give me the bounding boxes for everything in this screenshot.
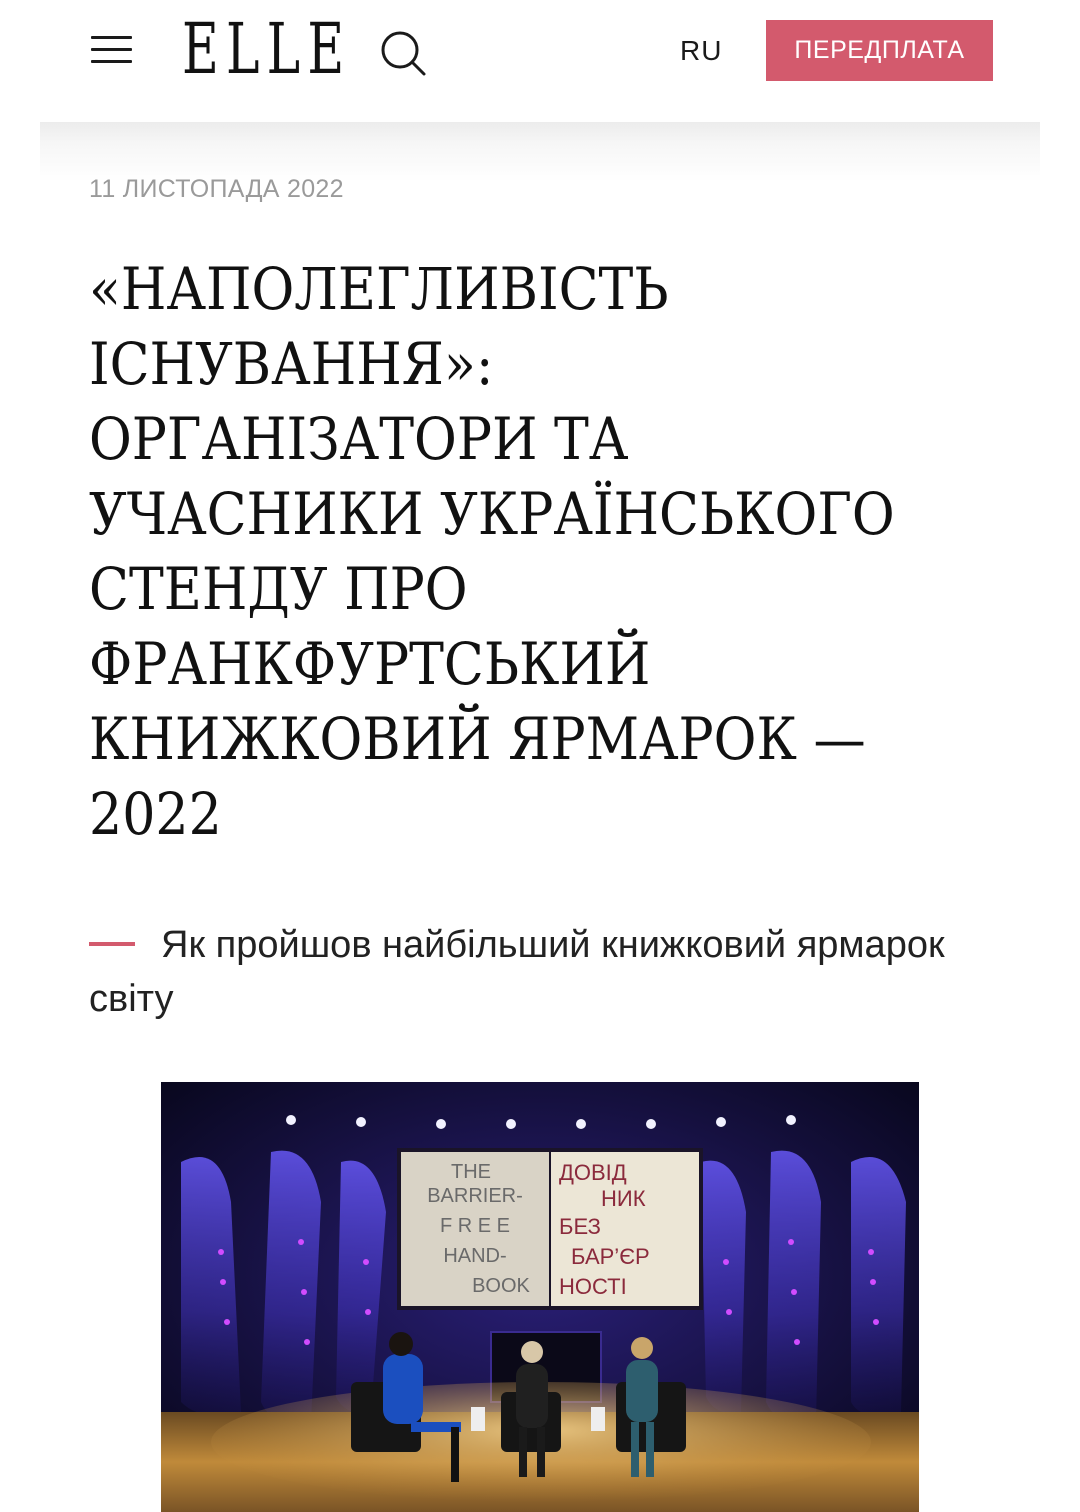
screen-right-line: ДОВІД [559,1160,627,1185]
screen-right-line: НИК [601,1186,646,1211]
header-divider [40,122,1040,182]
screen-left-line: BARRIER- [427,1185,523,1207]
lead-accent-dash [89,941,135,946]
title-line: ОРГАНІЗАТОРИ ТА [89,405,629,473]
hamburger-menu-icon[interactable] [91,36,132,64]
search-icon[interactable] [378,28,428,78]
article-title: «НАПОЛЕГЛИВІСТЬ ІСНУВАННЯ»: ОРГАНІЗАТОРИ… [89,252,917,852]
title-line: ІСНУВАННЯ»: [89,330,494,398]
title-line: ФРАНКФУРТСЬКИЙ [89,630,651,698]
site-header: ELLE RU ПЕРЕДПЛАТА [0,0,1080,110]
screen-left-line: BOOK [472,1275,530,1297]
article-date: 11 ЛИСТОПАДА 2022 [89,175,344,203]
screen-left-line: THE [451,1161,491,1183]
screen-right-line: БЕЗ [559,1214,601,1239]
elle-logo[interactable]: ELLE [182,14,351,84]
language-switch[interactable]: RU [680,34,722,68]
title-line: КНИЖКОВИЙ ЯРМАРОК — [89,705,866,773]
screen-right-line: НОСТІ [559,1274,627,1299]
title-line: 2022 [89,780,222,848]
lead-text: Як пройшов найбільший книжковий ярмарок … [89,924,945,1020]
subscribe-button[interactable]: ПЕРЕДПЛАТА [766,20,993,81]
article-hero-photo[interactable]: THE BARRIER- F R E E HAND- BOOK ДОВІД НИ… [161,1082,919,1512]
title-line: УЧАСНИКИ УКРАЇНСЬКОГО [89,480,895,548]
title-line: «НАПОЛЕГЛИВІСТЬ [89,255,669,323]
screen-left-line: HAND- [443,1245,506,1267]
screen-left-line: F R E E [440,1215,510,1237]
title-line: СТЕНДУ ПРО [89,555,468,623]
article-lead: Як пройшов найбільший книжковий ярмарок … [89,918,949,1026]
screen-right-line: БАР’ЄР [571,1244,650,1269]
